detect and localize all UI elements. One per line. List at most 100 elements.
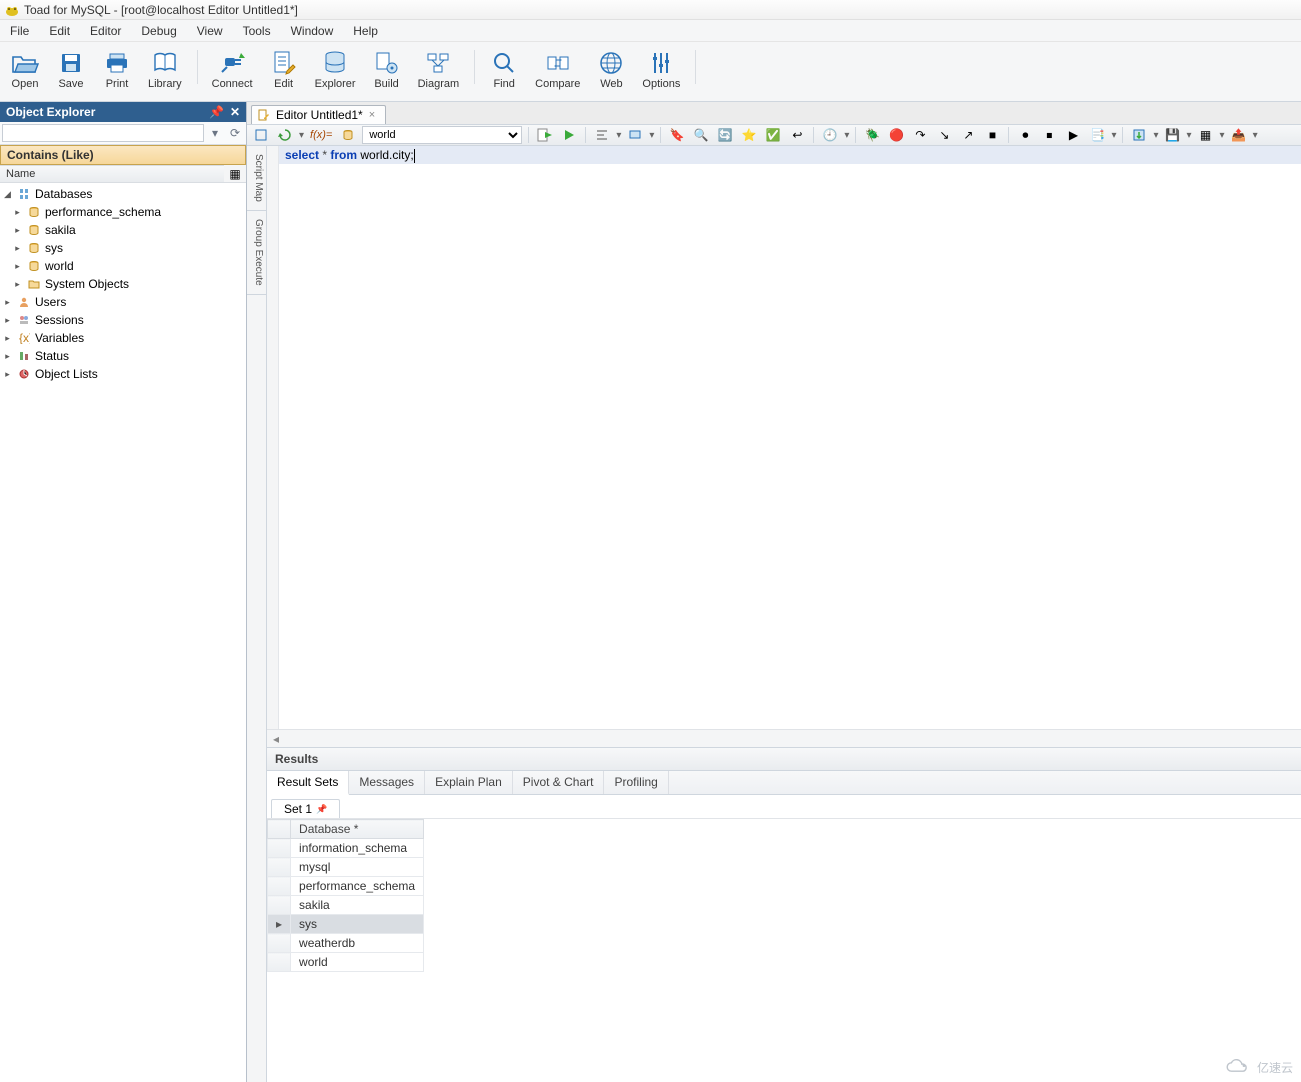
- tree-node-db[interactable]: ▸performance_schema: [0, 203, 246, 221]
- menu-window[interactable]: Window: [287, 22, 338, 40]
- table-row[interactable]: world: [268, 953, 424, 972]
- edit-button[interactable]: Edit: [263, 46, 305, 92]
- tree-node-status[interactable]: ▸Status: [0, 347, 246, 365]
- export-icon[interactable]: [1129, 126, 1149, 144]
- editor-hscrollbar[interactable]: ◂: [267, 729, 1301, 747]
- filter-input[interactable]: [2, 124, 204, 142]
- format-sql-icon[interactable]: [592, 126, 612, 144]
- compare-button[interactable]: Compare: [529, 46, 586, 92]
- menu-help[interactable]: Help: [349, 22, 382, 40]
- expand-icon[interactable]: ▸: [12, 279, 23, 290]
- recall-sql-icon[interactable]: [275, 126, 295, 144]
- pin-icon[interactable]: 📌: [209, 105, 224, 119]
- dropdown-arrow-icon[interactable]: ▾: [844, 130, 849, 141]
- send-icon[interactable]: 📤: [1229, 126, 1249, 144]
- expand-icon[interactable]: ▸: [12, 243, 23, 254]
- object-tree[interactable]: ◢ Databases ▸performance_schema ▸sakila …: [0, 183, 246, 1082]
- build-button[interactable]: Build: [366, 46, 408, 92]
- cell-database[interactable]: mysql: [291, 858, 424, 877]
- cell-database[interactable]: sys: [291, 915, 424, 934]
- dropdown-arrow-icon[interactable]: ▾: [1187, 130, 1192, 141]
- menu-editor[interactable]: Editor: [86, 22, 125, 40]
- collapse-icon[interactable]: ◢: [2, 189, 13, 200]
- menu-edit[interactable]: Edit: [45, 22, 74, 40]
- code-line[interactable]: select * from world.city;: [279, 146, 1301, 164]
- expand-icon[interactable]: ▸: [12, 225, 23, 236]
- expand-icon[interactable]: ▸: [12, 261, 23, 272]
- save-button[interactable]: Save: [50, 46, 92, 92]
- results-grid[interactable]: Database * information_schemamysqlperfor…: [267, 819, 1301, 1082]
- result-set-tab[interactable]: Set 1 📌: [271, 799, 340, 818]
- favorites-icon[interactable]: ⭐: [739, 126, 759, 144]
- tab-pivot-chart[interactable]: Pivot & Chart: [513, 771, 605, 794]
- filter-clear-icon[interactable]: ⟳: [226, 124, 244, 142]
- table-row[interactable]: performance_schema: [268, 877, 424, 896]
- step-out-icon[interactable]: ↗: [958, 126, 978, 144]
- tree-node-db[interactable]: ▸world: [0, 257, 246, 275]
- expand-icon[interactable]: ▸: [2, 333, 13, 344]
- record-icon[interactable]: ⏺: [1015, 126, 1035, 144]
- tree-node-db[interactable]: ▸sakila: [0, 221, 246, 239]
- tab-messages[interactable]: Messages: [349, 771, 425, 794]
- document-tab[interactable]: Editor Untitled1* ×: [251, 105, 386, 124]
- wrap-icon[interactable]: ↩: [787, 126, 807, 144]
- tab-explain-plan[interactable]: Explain Plan: [425, 771, 513, 794]
- expand-icon[interactable]: ▸: [2, 315, 13, 326]
- stop-icon[interactable]: ⏹: [1039, 126, 1059, 144]
- tab-result-sets[interactable]: Result Sets: [267, 771, 349, 795]
- pin-small-icon[interactable]: 📌: [316, 804, 327, 815]
- explorer-button[interactable]: Explorer: [309, 46, 362, 92]
- expand-icon[interactable]: ▸: [2, 297, 13, 308]
- sidetab-script-map[interactable]: Script Map: [247, 146, 266, 211]
- close-panel-icon[interactable]: ✕: [230, 105, 240, 119]
- tree-node-variables[interactable]: ▸{x}Variables: [0, 329, 246, 347]
- save-results-icon[interactable]: 💾: [1163, 126, 1183, 144]
- cell-database[interactable]: information_schema: [291, 839, 424, 858]
- expand-icon[interactable]: ▸: [2, 351, 13, 362]
- filter-funnel-icon[interactable]: ▾: [206, 124, 224, 142]
- bookmark-icon[interactable]: 🔖: [667, 126, 687, 144]
- web-button[interactable]: Web: [590, 46, 632, 92]
- menu-view[interactable]: View: [193, 22, 227, 40]
- stop-debug-icon[interactable]: ■: [982, 126, 1002, 144]
- table-row[interactable]: ▸sys: [268, 915, 424, 934]
- refresh-schema-icon[interactable]: 🔄: [715, 126, 735, 144]
- validate-icon[interactable]: ✅: [763, 126, 783, 144]
- execute-statement-icon[interactable]: [559, 126, 579, 144]
- connect-button[interactable]: Connect: [206, 46, 259, 92]
- cell-database[interactable]: weatherdb: [291, 934, 424, 953]
- cell-database[interactable]: world: [291, 953, 424, 972]
- print-button[interactable]: Print: [96, 46, 138, 92]
- play-icon[interactable]: ▶: [1063, 126, 1083, 144]
- tab-close-icon[interactable]: ×: [369, 109, 375, 121]
- enum-icon[interactable]: 📑: [1087, 126, 1107, 144]
- history-icon[interactable]: 🕘: [820, 126, 840, 144]
- sidetab-group-execute[interactable]: Group Execute: [247, 211, 266, 295]
- diagram-button[interactable]: Diagram: [412, 46, 466, 92]
- breakpoint-icon[interactable]: 🔴: [886, 126, 906, 144]
- dropdown-arrow-icon[interactable]: ▾: [1253, 130, 1258, 141]
- tree-node-object-lists[interactable]: ▸Object Lists: [0, 365, 246, 383]
- debug-step-icon[interactable]: 🪲: [862, 126, 882, 144]
- tree-node-users[interactable]: ▸Users: [0, 293, 246, 311]
- table-row[interactable]: information_schema: [268, 839, 424, 858]
- filter-mode-label[interactable]: Contains (Like): [0, 145, 246, 165]
- menu-debug[interactable]: Debug: [137, 22, 180, 40]
- dropdown-arrow-icon[interactable]: ▾: [1220, 130, 1225, 141]
- sql-editor[interactable]: select * from world.city;: [267, 146, 1301, 729]
- expand-icon[interactable]: ▸: [12, 207, 23, 218]
- menu-file[interactable]: File: [6, 22, 33, 40]
- execute-script-icon[interactable]: [535, 126, 555, 144]
- expand-icon[interactable]: ▸: [2, 369, 13, 380]
- dropdown-arrow-icon[interactable]: ▾: [649, 130, 654, 141]
- options-button[interactable]: Options: [636, 46, 686, 92]
- open-button[interactable]: Open: [4, 46, 46, 92]
- tree-node-system-objects[interactable]: ▸System Objects: [0, 275, 246, 293]
- find-text-icon[interactable]: 🔍: [691, 126, 711, 144]
- tree-node-sessions[interactable]: ▸Sessions: [0, 311, 246, 329]
- toggle-connection-icon[interactable]: [251, 126, 271, 144]
- step-over-icon[interactable]: ↷: [910, 126, 930, 144]
- dropdown-arrow-icon[interactable]: ▾: [299, 130, 304, 141]
- dropdown-arrow-icon[interactable]: ▾: [1111, 130, 1116, 141]
- library-button[interactable]: Library: [142, 46, 188, 92]
